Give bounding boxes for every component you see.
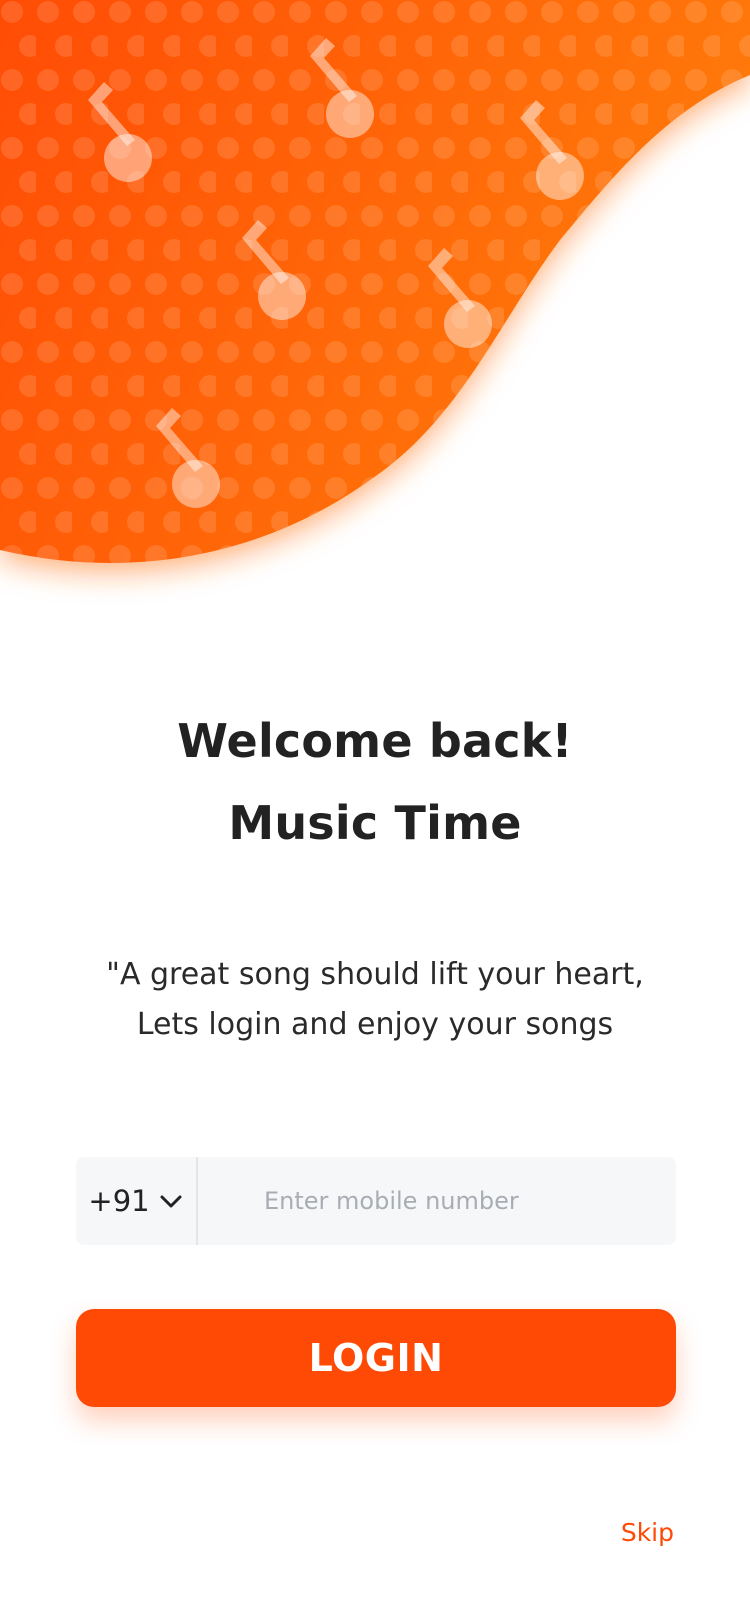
country-code-value: +91	[88, 1184, 150, 1218]
login-button[interactable]: LOGIN	[76, 1309, 676, 1407]
tagline-line-2: Lets login and enjoy your songs	[136, 1007, 614, 1042]
country-code-selector[interactable]: +91	[76, 1157, 198, 1245]
login-screen: Welcome back! Music Time "A great song s…	[0, 0, 750, 1624]
chevron-down-icon	[158, 1188, 184, 1214]
tagline: "A great song should lift your heart, Le…	[0, 950, 750, 1050]
tagline-line-1: "A great song should lift your heart,	[106, 957, 644, 992]
welcome-heading: Welcome back! Music Time	[0, 700, 750, 864]
welcome-title: Welcome back!	[177, 714, 573, 768]
mobile-number-input[interactable]	[198, 1157, 676, 1245]
hero-banner	[0, 0, 750, 640]
skip-link[interactable]: Skip	[621, 1518, 674, 1547]
app-name-title: Music Time	[228, 796, 522, 850]
phone-number-field: +91	[76, 1157, 676, 1245]
